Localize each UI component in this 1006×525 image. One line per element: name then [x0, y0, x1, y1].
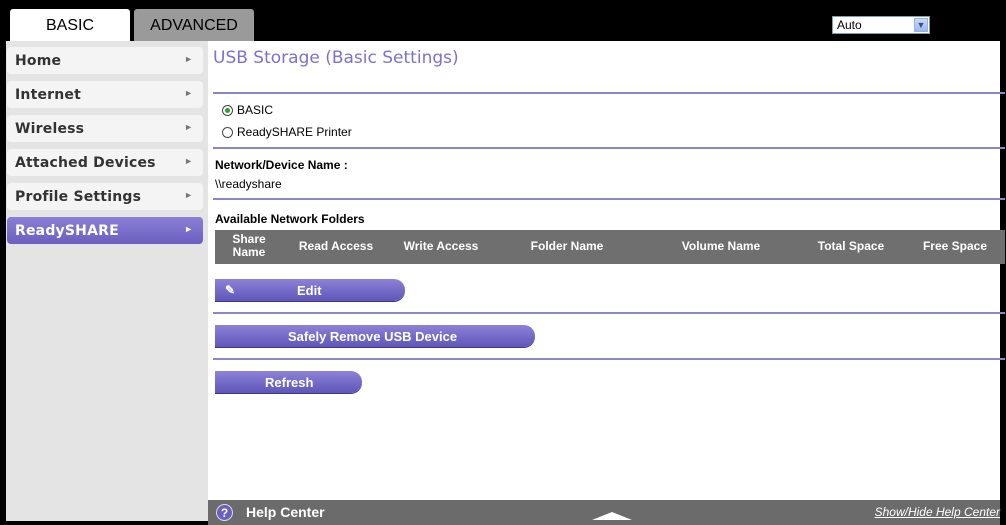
available-network-folders-label: Available Network Folders [215, 212, 365, 226]
divider [213, 312, 1005, 314]
radio-basic-label: BASIC [237, 103, 274, 117]
radio-basic[interactable]: BASIC [222, 103, 273, 117]
help-icon[interactable]: ? [216, 504, 233, 521]
column-header-share-name: Share Name [232, 232, 266, 259]
edit-button[interactable]: ✎ Edit [215, 279, 405, 301]
folders-table-header: Share Name Read Access Write Access Fold… [215, 230, 1005, 264]
radio-unselected-icon[interactable] [222, 126, 233, 138]
column-header-read-access: Read Access [298, 239, 374, 253]
divider [213, 92, 1005, 94]
show-hide-help-center-link[interactable]: Show/Hide Help Center [875, 505, 1000, 519]
sidebar-item-profile-settings[interactable]: Profile Settings ► [7, 183, 203, 210]
page-title: USB Storage (Basic Settings) [213, 48, 459, 68]
main-content: USB Storage (Basic Settings) BASIC Ready… [208, 41, 1005, 521]
tab-advanced[interactable]: ADVANCED [134, 9, 254, 41]
sidebar-item-label: Wireless [15, 121, 85, 137]
pencil-icon: ✎ [225, 283, 236, 297]
radio-printer-label: ReadySHARE Printer [237, 125, 352, 139]
network-device-name-label: Network/Device Name : [215, 158, 348, 172]
sidebar-item-label: ReadySHARE [15, 223, 119, 239]
sidebar-item-label: Attached Devices [15, 155, 156, 171]
divider [213, 147, 1005, 149]
divider [213, 198, 1005, 200]
sidebar-item-home[interactable]: Home ► [7, 47, 203, 74]
network-device-name-value: \\readyshare [215, 177, 282, 191]
expand-arrow-icon[interactable] [592, 512, 632, 520]
help-center-title: Help Center [246, 504, 325, 520]
sidebar-item-label: Home [15, 53, 62, 69]
sidebar-item-label: Profile Settings [15, 189, 142, 205]
column-header-folder-name: Folder Name [530, 239, 604, 253]
chevron-right-icon: ► [184, 224, 193, 234]
divider [213, 358, 1005, 360]
column-header-volume-name: Volume Name [681, 239, 761, 253]
column-header-total-space: Total Space [817, 239, 885, 253]
frame-border-bottom [0, 521, 208, 525]
chevron-right-icon: ► [184, 122, 193, 132]
edit-button-label: Edit [297, 283, 322, 298]
sidebar-item-readyshare[interactable]: ReadySHARE ► [7, 217, 203, 244]
chevron-right-icon: ► [184, 156, 193, 166]
column-header-free-space: Free Space [922, 239, 988, 253]
help-center-bar: ? Help Center Show/Hide Help Center [208, 500, 1000, 525]
refresh-button-label: Refresh [265, 375, 314, 390]
language-select[interactable]: Auto ▼ [832, 16, 930, 34]
radio-readyshare-printer[interactable]: ReadySHARE Printer [222, 125, 352, 139]
frame-border-right [1000, 41, 1006, 525]
sidebar-item-label: Internet [15, 87, 82, 103]
chevron-down-icon[interactable]: ▼ [914, 18, 928, 32]
top-bar: BASIC ADVANCED Auto ▼ [0, 0, 1006, 41]
chevron-right-icon: ► [184, 190, 193, 200]
sidebar-item-internet[interactable]: Internet ► [7, 81, 203, 108]
chevron-right-icon: ► [184, 88, 193, 98]
radio-selected-icon[interactable] [222, 104, 233, 116]
column-header-write-access: Write Access [403, 239, 479, 253]
sidebar-item-wireless[interactable]: Wireless ► [7, 115, 203, 142]
safely-remove-usb-button-label: Safely Remove USB Device [288, 329, 458, 344]
sidebar [0, 41, 208, 525]
tab-basic[interactable]: BASIC [10, 9, 130, 41]
chevron-right-icon: ► [184, 54, 193, 64]
language-select-value: Auto [837, 18, 862, 32]
refresh-button[interactable]: Refresh [215, 371, 362, 393]
sidebar-item-attached-devices[interactable]: Attached Devices ► [7, 149, 203, 176]
safely-remove-usb-button[interactable]: Safely Remove USB Device [215, 325, 535, 347]
